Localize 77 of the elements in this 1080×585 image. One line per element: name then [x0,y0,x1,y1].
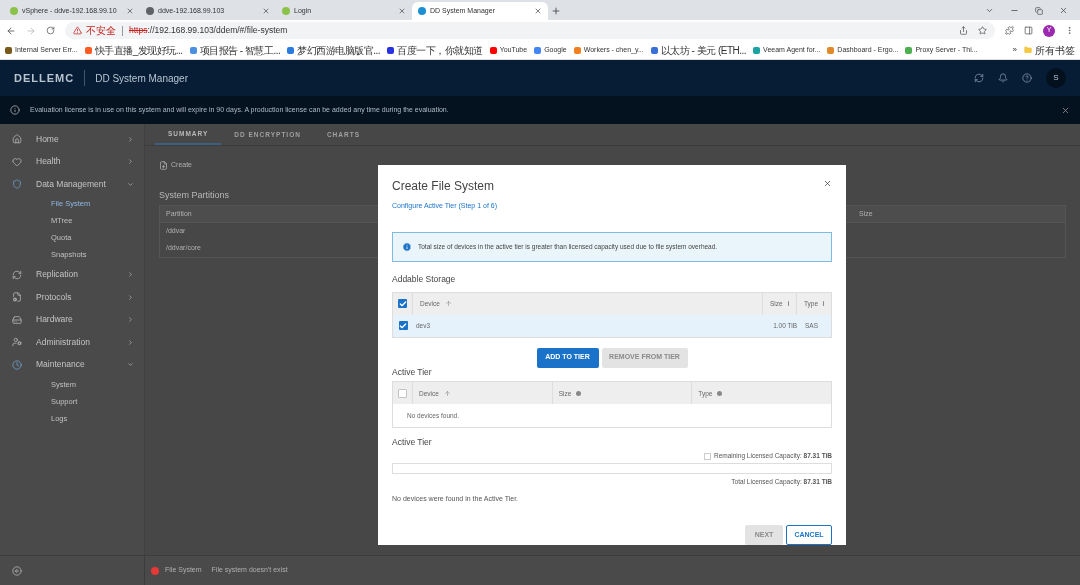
chevron-icon[interactable] [127,135,134,143]
hard-drive-icon [12,314,22,325]
file-gear-icon [12,292,22,303]
bookmark[interactable]: 以太坊 - 美元 (ETH... [650,42,747,58]
section-title: Active Tier [392,365,433,379]
bookmark[interactable]: 快手直播_发现好玩... [84,42,183,58]
sidebar-item[interactable]: Data Management [0,173,144,196]
checkbox[interactable] [398,299,407,309]
close-icon[interactable] [534,7,542,15]
bookmark[interactable]: 项目报告 - 智慧工... [189,42,281,58]
brand-logo: DELLEMC [14,70,75,86]
sidebar-item[interactable]: Protocols [0,286,144,309]
chevron-icon[interactable] [127,271,134,279]
chevron-icon[interactable] [127,180,134,188]
product-name: DD System Manager [95,71,188,86]
sidebar-item[interactable]: Maintenance [0,353,144,376]
chevron-icon[interactable] [127,293,134,301]
info-icon [10,105,20,115]
collapse-icon[interactable] [12,565,22,576]
address-bar[interactable]: 不安全 https://192.168.99.103/ddem/#/file-system [65,22,995,39]
sidebar-item[interactable]: Health [0,150,144,173]
dialog-title: Create File System [392,178,496,195]
bell-icon[interactable] [998,73,1008,83]
refresh-icon [12,269,22,280]
heart-icon [12,156,22,167]
checkbox[interactable] [398,321,408,331]
refresh-icon[interactable] [974,73,984,83]
info-icon [402,241,412,252]
user-gear-icon [12,337,22,348]
close-icon[interactable] [1059,6,1068,15]
help-icon[interactable] [1022,73,1032,83]
sort-up-icon[interactable] [444,300,452,308]
reload-icon[interactable] [46,26,55,35]
close-icon[interactable] [262,7,270,15]
legend-swatch [703,452,711,460]
restore-icon[interactable] [1035,6,1043,15]
bookmark[interactable]: 梦幻西游电脑版官... [287,42,381,58]
clock-icon [12,359,22,370]
sort-up-icon[interactable] [443,389,451,397]
all-bookmarks[interactable]: 所有书签 [1024,42,1075,58]
close-icon[interactable] [1061,105,1070,115]
sort-icon[interactable] [576,390,582,396]
home-icon [12,134,22,145]
chevron-icon[interactable] [127,361,134,369]
chevron-icon[interactable] [127,158,134,166]
security-warning: 不安全 [86,24,116,38]
sidebar-item[interactable]: Hardware [0,308,144,331]
extensions-icon[interactable] [1005,26,1014,35]
close-icon[interactable] [823,179,832,188]
forward-icon[interactable] [26,25,36,36]
section-title: Addable Storage [392,272,457,286]
menu-icon[interactable] [1065,26,1074,35]
close-icon[interactable] [398,7,406,15]
section-title: Active Tier [392,436,433,450]
sidebar-item[interactable]: Home [0,128,144,151]
bookmark-star-icon[interactable] [978,26,987,35]
section-title: System Partitions [159,188,230,202]
sidebar-item[interactable]: Replication [0,263,144,286]
tab-search-icon[interactable] [985,6,994,15]
back-icon[interactable] [6,25,16,36]
checkbox[interactable] [398,388,407,398]
new-tab-icon[interactable] [551,6,561,16]
close-icon[interactable] [126,7,134,15]
side-panel-icon[interactable] [1024,26,1033,35]
sidebar-item[interactable]: Administration [0,331,144,354]
warning-icon [73,26,82,35]
file-plus-icon [159,160,168,170]
chevron-icon[interactable] [127,316,134,324]
url-text: ://192.168.99.103/ddem/#/file-system [147,24,288,37]
sort-icon[interactable] [717,390,723,396]
more-bookmarks[interactable]: » [1012,44,1017,56]
share-icon[interactable] [959,26,968,35]
folder-icon [1024,46,1032,54]
chevron-icon[interactable] [127,338,134,346]
shield-icon [12,179,22,190]
bookmark[interactable]: 百度一下，你就知道 [387,42,483,58]
user-avatar[interactable]: S [1046,68,1066,88]
